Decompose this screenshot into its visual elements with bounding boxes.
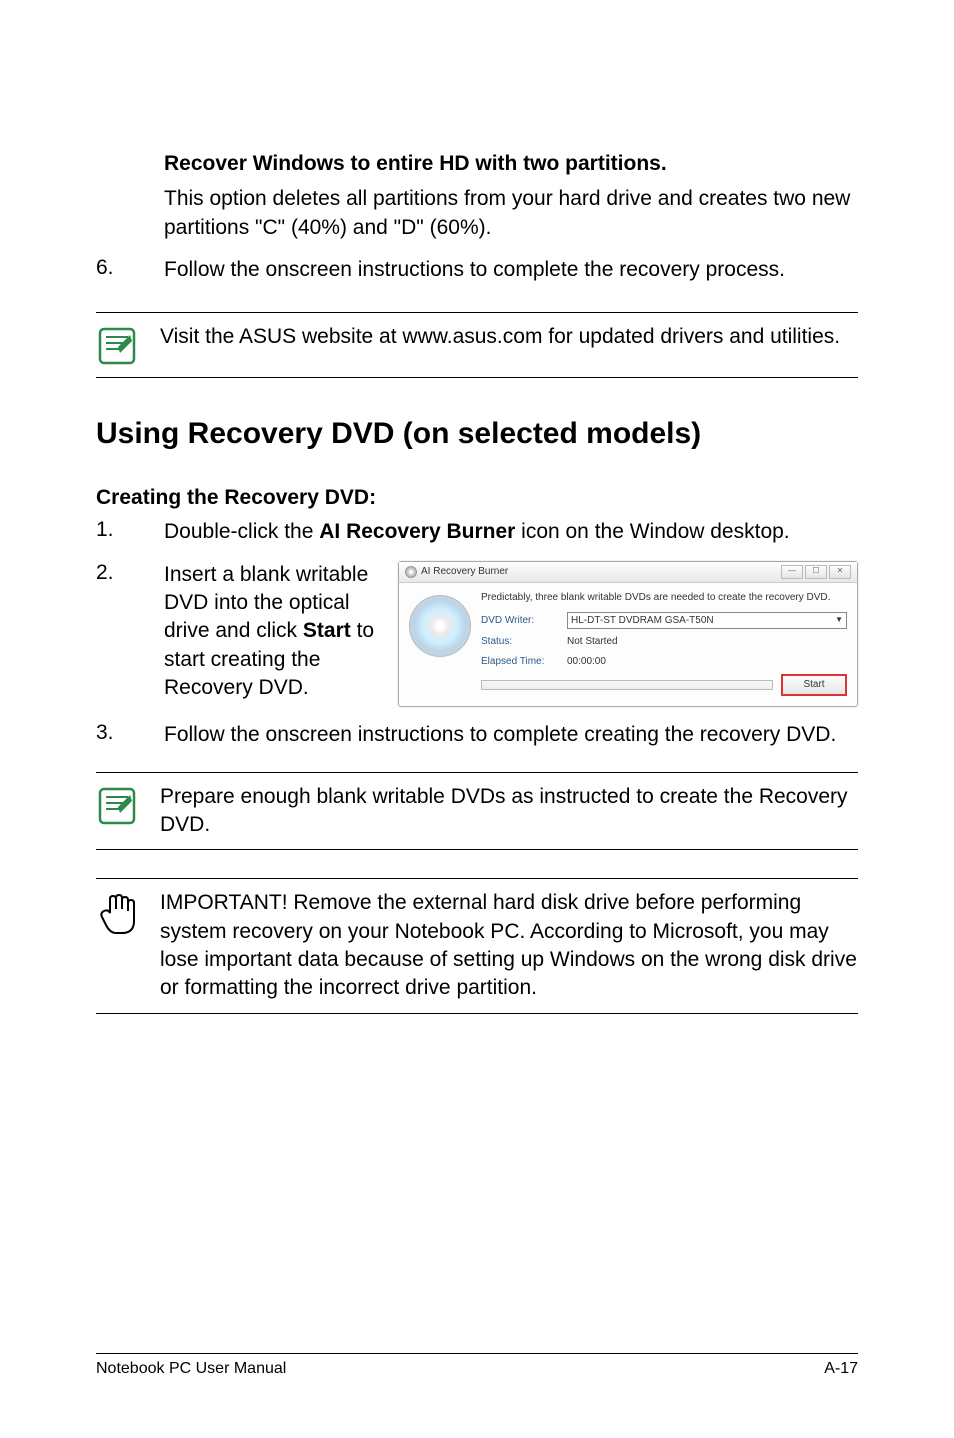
status-label: Status: xyxy=(481,635,567,649)
footer-left: Notebook PC User Manual xyxy=(96,1360,286,1378)
important-hand-icon xyxy=(96,889,150,937)
step-number-1: 1. xyxy=(96,518,164,546)
elapsed-time-label: Elapsed Time: xyxy=(481,655,567,669)
footer-right: A-17 xyxy=(824,1360,858,1378)
maximize-button[interactable]: ☐ xyxy=(805,565,827,579)
dvd-writer-label: DVD Writer: xyxy=(481,614,567,628)
step2-bold: Start xyxy=(303,619,351,642)
note-1-text: Visit the ASUS website at www.asus.com f… xyxy=(150,323,858,351)
dvd-writer-select[interactable]: HL-DT-ST DVDRAM GSA-T50N ▼ xyxy=(567,612,847,629)
step-number-3: 3. xyxy=(96,721,164,749)
step-3-text: Follow the onscreen instructions to comp… xyxy=(164,721,858,749)
window-title: AI Recovery Burner xyxy=(421,565,508,579)
progress-bar xyxy=(481,680,773,690)
step1-post: icon on the Window desktop. xyxy=(515,520,789,543)
step1-bold: AI Recovery Burner xyxy=(319,520,515,543)
step-6-text: Follow the onscreen instructions to comp… xyxy=(164,256,858,284)
step-1-text: Double-click the AI Recovery Burner icon… xyxy=(164,518,858,546)
option-body: This option deletes all partitions from … xyxy=(164,185,858,242)
status-value: Not Started xyxy=(567,635,847,649)
step-number-6: 6. xyxy=(96,256,164,284)
minimize-button[interactable]: — xyxy=(781,565,803,579)
section-heading: Using Recovery DVD (on selected models) xyxy=(96,416,858,452)
note-3-text: IMPORTANT! Remove the external hard disk… xyxy=(150,889,858,1002)
window-titlebar: AI Recovery Burner — ☐ ✕ xyxy=(399,562,857,583)
elapsed-time-value: 00:00:00 xyxy=(567,655,847,669)
note-2-text: Prepare enough blank writable DVDs as in… xyxy=(150,783,858,840)
prediction-text: Predictably, three blank writable DVDs a… xyxy=(481,591,847,605)
subsection-heading: Creating the Recovery DVD: xyxy=(96,486,858,510)
app-icon xyxy=(405,566,417,578)
important-box: IMPORTANT! Remove the external hard disk… xyxy=(96,878,858,1013)
step-number-2: 2. xyxy=(96,561,164,708)
step-2-text: Insert a blank writable DVD into the opt… xyxy=(164,561,380,703)
note-box-blank-dvds: Prepare enough blank writable DVDs as in… xyxy=(96,772,858,851)
dvd-disc-icon xyxy=(409,595,471,657)
option-heading: Recover Windows to entire HD with two pa… xyxy=(164,150,858,177)
dvd-writer-value: HL-DT-ST DVDRAM GSA-T50N xyxy=(571,614,714,628)
chevron-down-icon: ▼ xyxy=(835,615,843,626)
note-box-drivers: Visit the ASUS website at www.asus.com f… xyxy=(96,312,858,378)
step1-pre: Double-click the xyxy=(164,520,319,543)
close-button[interactable]: ✕ xyxy=(829,565,851,579)
note-icon xyxy=(96,323,150,367)
note-icon xyxy=(96,783,150,827)
page-footer: Notebook PC User Manual A-17 xyxy=(96,1353,858,1378)
ai-recovery-burner-screenshot: AI Recovery Burner — ☐ ✕ Predictably, th… xyxy=(398,561,858,708)
start-button[interactable]: Start xyxy=(781,674,847,696)
